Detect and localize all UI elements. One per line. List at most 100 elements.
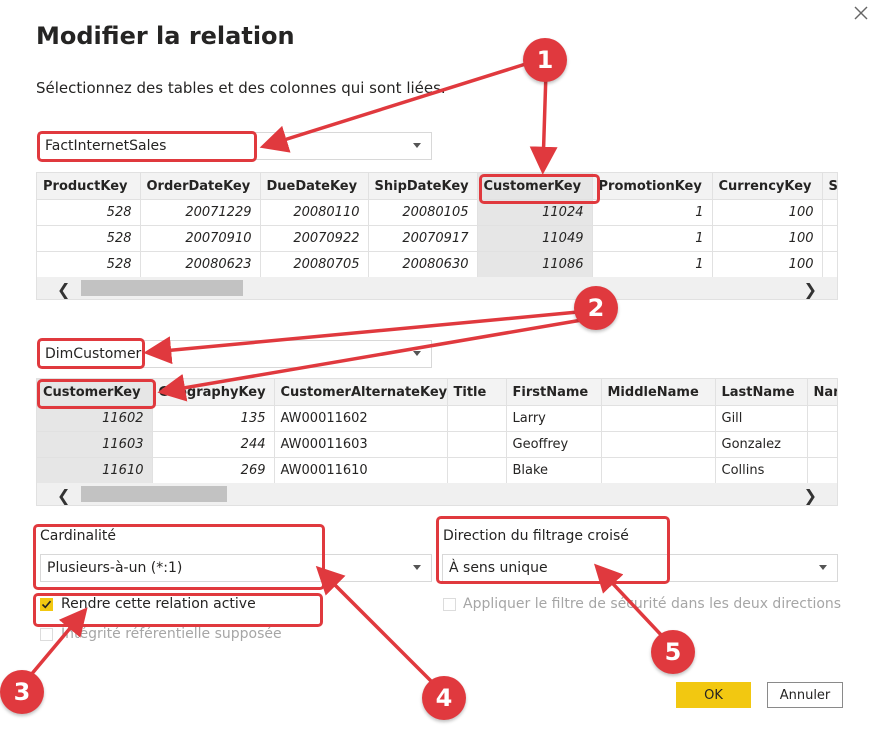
table-cell: 20080110 [260, 199, 369, 226]
column-header[interactable]: MiddleName [601, 379, 716, 406]
table-cell: 244 [152, 431, 275, 458]
table-cell: 11602 [37, 405, 153, 432]
active-relationship-checkbox[interactable] [40, 598, 53, 611]
column-header[interactable]: CustomerAlternateKey [274, 379, 448, 406]
scroll-left-icon[interactable]: ❮ [57, 280, 70, 299]
table1-select-value: FactInternetSales [45, 138, 167, 154]
column-header[interactable]: PromotionKey [592, 173, 713, 200]
scroll-right-icon[interactable]: ❯ [804, 280, 817, 299]
table-cell: Blake [506, 457, 602, 484]
cross-filter-select-value: À sens unique [449, 560, 548, 576]
column-header[interactable]: OrderDateKey [140, 173, 261, 200]
chevron-down-icon [819, 565, 827, 570]
table-cell: 135 [152, 405, 275, 432]
column-header[interactable]: S [822, 173, 837, 200]
table-cell: 20071229 [140, 199, 261, 226]
table-cell [447, 457, 507, 484]
ok-button[interactable]: OK [676, 682, 751, 708]
close-button[interactable] [850, 2, 872, 24]
table-cell: 11603 [37, 431, 153, 458]
column-header[interactable]: DueDateKey [260, 173, 369, 200]
table-cell: 20070910 [140, 225, 261, 252]
table-cell [447, 431, 507, 458]
table-cell: 20080705 [260, 251, 369, 278]
table-cell: 1 [592, 251, 713, 278]
referential-integrity-checkbox[interactable] [40, 628, 53, 641]
table1-preview-grid[interactable]: ProductKey OrderDateKey DueDateKey ShipD… [36, 172, 838, 300]
scroll-right-icon[interactable]: ❯ [804, 486, 817, 505]
table-cell [601, 405, 716, 432]
table-cell: Geoffrey [506, 431, 602, 458]
table-row: 528 20080623 20080705 20080630 11086 1 1… [37, 251, 837, 278]
edit-relationship-dialog: Modifier la relation Sélectionnez des ta… [0, 0, 880, 748]
table-cell [807, 457, 837, 484]
table-cell: Gonzalez [715, 431, 808, 458]
cardinality-select[interactable]: Plusieurs-à-un (*:1) [40, 554, 432, 582]
table-cell: 11610 [37, 457, 153, 484]
column-header[interactable]: Nan [807, 379, 837, 406]
scroll-thumb[interactable] [81, 486, 227, 502]
column-header-selected[interactable]: CustomerKey [477, 173, 593, 200]
chevron-down-icon [413, 351, 421, 356]
table-cell: 11024 [477, 199, 593, 226]
table-row: 528 20070910 20070922 20070917 11049 1 1… [37, 225, 837, 252]
table1-select[interactable]: FactInternetSales [38, 132, 432, 160]
table-cell [822, 251, 837, 278]
table-cell [601, 457, 716, 484]
close-icon [854, 6, 868, 20]
table-row: 528 20071229 20080110 20080105 11024 1 1… [37, 199, 837, 226]
table-cell: 20080105 [368, 199, 478, 226]
security-filter-checkbox[interactable] [443, 598, 456, 611]
cancel-button[interactable]: Annuler [767, 682, 843, 708]
table-row: 11602 135 AW00011602 Larry Gill [37, 405, 837, 432]
column-header[interactable]: CurrencyKey [712, 173, 823, 200]
table2-horizontal-scrollbar[interactable]: ❮ ❯ [37, 483, 837, 505]
table-row: 11610 269 AW00011610 Blake Collins [37, 457, 837, 484]
table-cell: 528 [37, 225, 141, 252]
table-cell [822, 199, 837, 226]
table-cell: Gill [715, 405, 808, 432]
table-cell: AW00011602 [274, 405, 448, 432]
table-cell: 11049 [477, 225, 593, 252]
table-row: 11603 244 AW00011603 Geoffrey Gonzalez [37, 431, 837, 458]
table-cell: 528 [37, 251, 141, 278]
column-header[interactable]: Title [447, 379, 507, 406]
table-cell [822, 225, 837, 252]
table-cell [807, 405, 837, 432]
table-cell: 20070922 [260, 225, 369, 252]
table-cell: AW00011610 [274, 457, 448, 484]
dialog-title: Modifier la relation [36, 22, 295, 50]
table-cell: Larry [506, 405, 602, 432]
column-header[interactable]: GeographyKey [152, 379, 275, 406]
table-cell: 1 [592, 225, 713, 252]
active-relationship-label[interactable]: Rendre cette relation active [61, 596, 256, 612]
cross-filter-select[interactable]: À sens unique [442, 554, 838, 582]
scroll-left-icon[interactable]: ❮ [57, 486, 70, 505]
column-header[interactable]: LastName [715, 379, 808, 406]
table-cell: 1 [592, 199, 713, 226]
table-cell: 11086 [477, 251, 593, 278]
security-filter-label: Appliquer le filtre de sécurité dans les… [463, 596, 842, 612]
table1-horizontal-scrollbar[interactable]: ❮ ❯ [37, 277, 837, 299]
checkmark-icon [41, 600, 52, 609]
table-cell [601, 431, 716, 458]
table-cell: Collins [715, 457, 808, 484]
table-cell: 100 [712, 251, 823, 278]
cardinality-select-value: Plusieurs-à-un (*:1) [47, 560, 183, 576]
table-cell: 100 [712, 199, 823, 226]
column-header-selected[interactable]: CustomerKey [37, 379, 153, 406]
column-header[interactable]: FirstName [506, 379, 602, 406]
table2-preview-grid[interactable]: CustomerKey GeographyKey CustomerAlterna… [36, 378, 838, 506]
referential-integrity-label: Intégrité référentielle supposée [61, 626, 282, 642]
table2-select[interactable]: DimCustomer [38, 340, 432, 368]
scroll-thumb[interactable] [81, 280, 243, 296]
column-header[interactable]: ProductKey [37, 173, 141, 200]
table-cell: 269 [152, 457, 275, 484]
cardinality-label: Cardinalité [40, 528, 116, 544]
column-header[interactable]: ShipDateKey [368, 173, 478, 200]
table2-header-row: CustomerKey GeographyKey CustomerAlterna… [37, 379, 837, 406]
table-cell: 20070917 [368, 225, 478, 252]
table1-header-row: ProductKey OrderDateKey DueDateKey ShipD… [37, 173, 837, 200]
table-cell: 20080623 [140, 251, 261, 278]
cross-filter-label: Direction du filtrage croisé [443, 528, 629, 544]
